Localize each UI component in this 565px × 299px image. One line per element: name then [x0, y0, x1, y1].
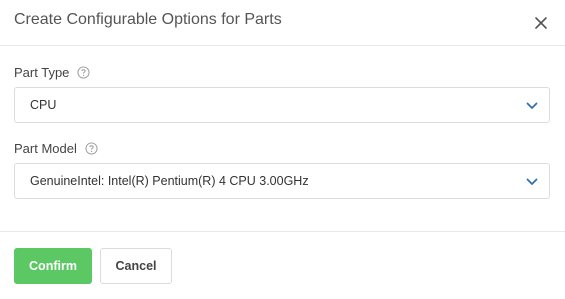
- create-configurable-options-dialog: Create Configurable Options for Parts Pa…: [0, 0, 565, 299]
- dialog-header: Create Configurable Options for Parts: [0, 0, 565, 46]
- part-model-label-row: Part Model: [14, 141, 98, 156]
- cancel-button[interactable]: Cancel: [100, 248, 172, 284]
- part-model-select[interactable]: GenuineIntel: Intel(R) Pentium(R) 4 CPU …: [14, 163, 550, 199]
- footer-divider: [0, 231, 565, 232]
- chevron-down-icon: [526, 178, 538, 185]
- question-circle-icon[interactable]: [85, 142, 98, 155]
- chevron-down-icon: [526, 102, 538, 109]
- question-circle-icon[interactable]: [77, 66, 90, 79]
- part-type-label-row: Part Type: [14, 65, 90, 80]
- part-type-label: Part Type: [14, 65, 70, 80]
- close-icon[interactable]: [531, 13, 551, 33]
- part-model-value: GenuineIntel: Intel(R) Pentium(R) 4 CPU …: [30, 174, 309, 188]
- dialog-title: Create Configurable Options for Parts: [14, 11, 282, 28]
- part-type-select[interactable]: CPU: [14, 87, 550, 123]
- part-type-value: CPU: [30, 98, 57, 112]
- part-model-label: Part Model: [14, 141, 77, 156]
- confirm-button[interactable]: Confirm: [14, 248, 92, 284]
